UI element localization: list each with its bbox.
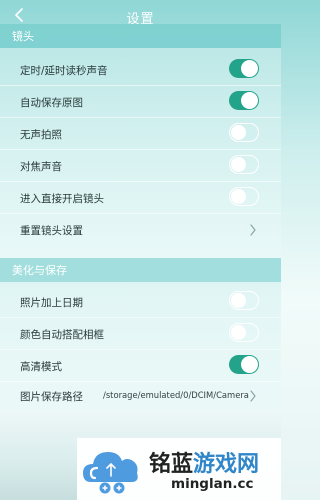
- setting-row-auto-save-original[interactable]: 自动保存原图: [0, 86, 281, 118]
- setting-row-countdown-sound[interactable]: 定时/延时读秒声音: [0, 54, 281, 86]
- toggle-knob: [241, 356, 258, 373]
- countdown-sound-toggle[interactable]: [229, 59, 259, 78]
- toggle-knob: [241, 92, 258, 109]
- save-path-value: /storage/emulated/0/DCIM/Camera: [103, 390, 249, 400]
- watermark-title: 铭蓝游戏网: [149, 446, 259, 478]
- toggle-knob: [230, 188, 246, 204]
- section-header-lens: 镜头: [0, 24, 281, 48]
- chevron-right-icon: [250, 224, 256, 236]
- section-lens: 定时/延时读秒声音 自动保存原图 无声拍照 对焦声音 进入直接开启镜头 重置镜头…: [0, 48, 281, 258]
- setting-row-open-camera-directly[interactable]: 进入直接开启镜头: [0, 182, 281, 214]
- hd-mode-toggle[interactable]: [229, 355, 259, 374]
- setting-row-auto-frame-color[interactable]: 颜色自动搭配相框: [0, 318, 281, 350]
- setting-label: 对焦声音: [20, 161, 62, 173]
- setting-row-save-path[interactable]: 图片保存路径 /storage/emulated/0/DCIM/Camera: [0, 380, 281, 412]
- open-camera-directly-toggle[interactable]: [229, 187, 259, 206]
- setting-label: 图片保存路径: [20, 391, 83, 403]
- chevron-right-icon: [250, 390, 256, 402]
- setting-label: 高清模式: [20, 361, 62, 373]
- setting-label: 自动保存原图: [20, 97, 83, 109]
- auto-save-original-toggle[interactable]: [229, 91, 259, 110]
- watermark-domain: minglan.cc: [171, 476, 254, 492]
- toggle-knob: [230, 324, 246, 340]
- toggle-knob: [230, 292, 246, 308]
- cloud-logo-icon: [83, 452, 138, 494]
- toggle-knob: [230, 156, 246, 172]
- watermark-title-part1: 铭蓝: [149, 452, 194, 477]
- site-watermark: 铭蓝游戏网 minglan.cc: [77, 438, 281, 500]
- photo-date-toggle[interactable]: [229, 291, 259, 310]
- setting-label: 重置镜头设置: [20, 225, 83, 237]
- setting-row-photo-date[interactable]: 照片加上日期: [0, 286, 281, 318]
- toggle-knob: [230, 124, 246, 140]
- silent-shot-toggle[interactable]: [229, 123, 259, 142]
- section-beautify-save: 照片加上日期 颜色自动搭配相框 高清模式 图片保存路径 /storage/emu…: [0, 282, 281, 410]
- setting-label: 照片加上日期: [20, 297, 83, 309]
- setting-row-focus-sound[interactable]: 对焦声音: [0, 150, 281, 182]
- setting-label: 进入直接开启镜头: [20, 193, 104, 205]
- watermark-title-part2: 游戏网: [193, 452, 260, 477]
- setting-label: 颜色自动搭配相框: [20, 329, 104, 341]
- setting-row-reset-camera[interactable]: 重置镜头设置: [0, 214, 281, 246]
- setting-label: 定时/延时读秒声音: [20, 65, 108, 77]
- setting-label: 无声拍照: [20, 129, 62, 141]
- setting-row-silent-shot[interactable]: 无声拍照: [0, 118, 281, 150]
- focus-sound-toggle[interactable]: [229, 155, 259, 174]
- toggle-knob: [241, 60, 258, 77]
- auto-frame-color-toggle[interactable]: [229, 323, 259, 342]
- section-header-beautify-save: 美化与保存: [0, 258, 281, 282]
- setting-row-hd-mode[interactable]: 高清模式: [0, 350, 281, 382]
